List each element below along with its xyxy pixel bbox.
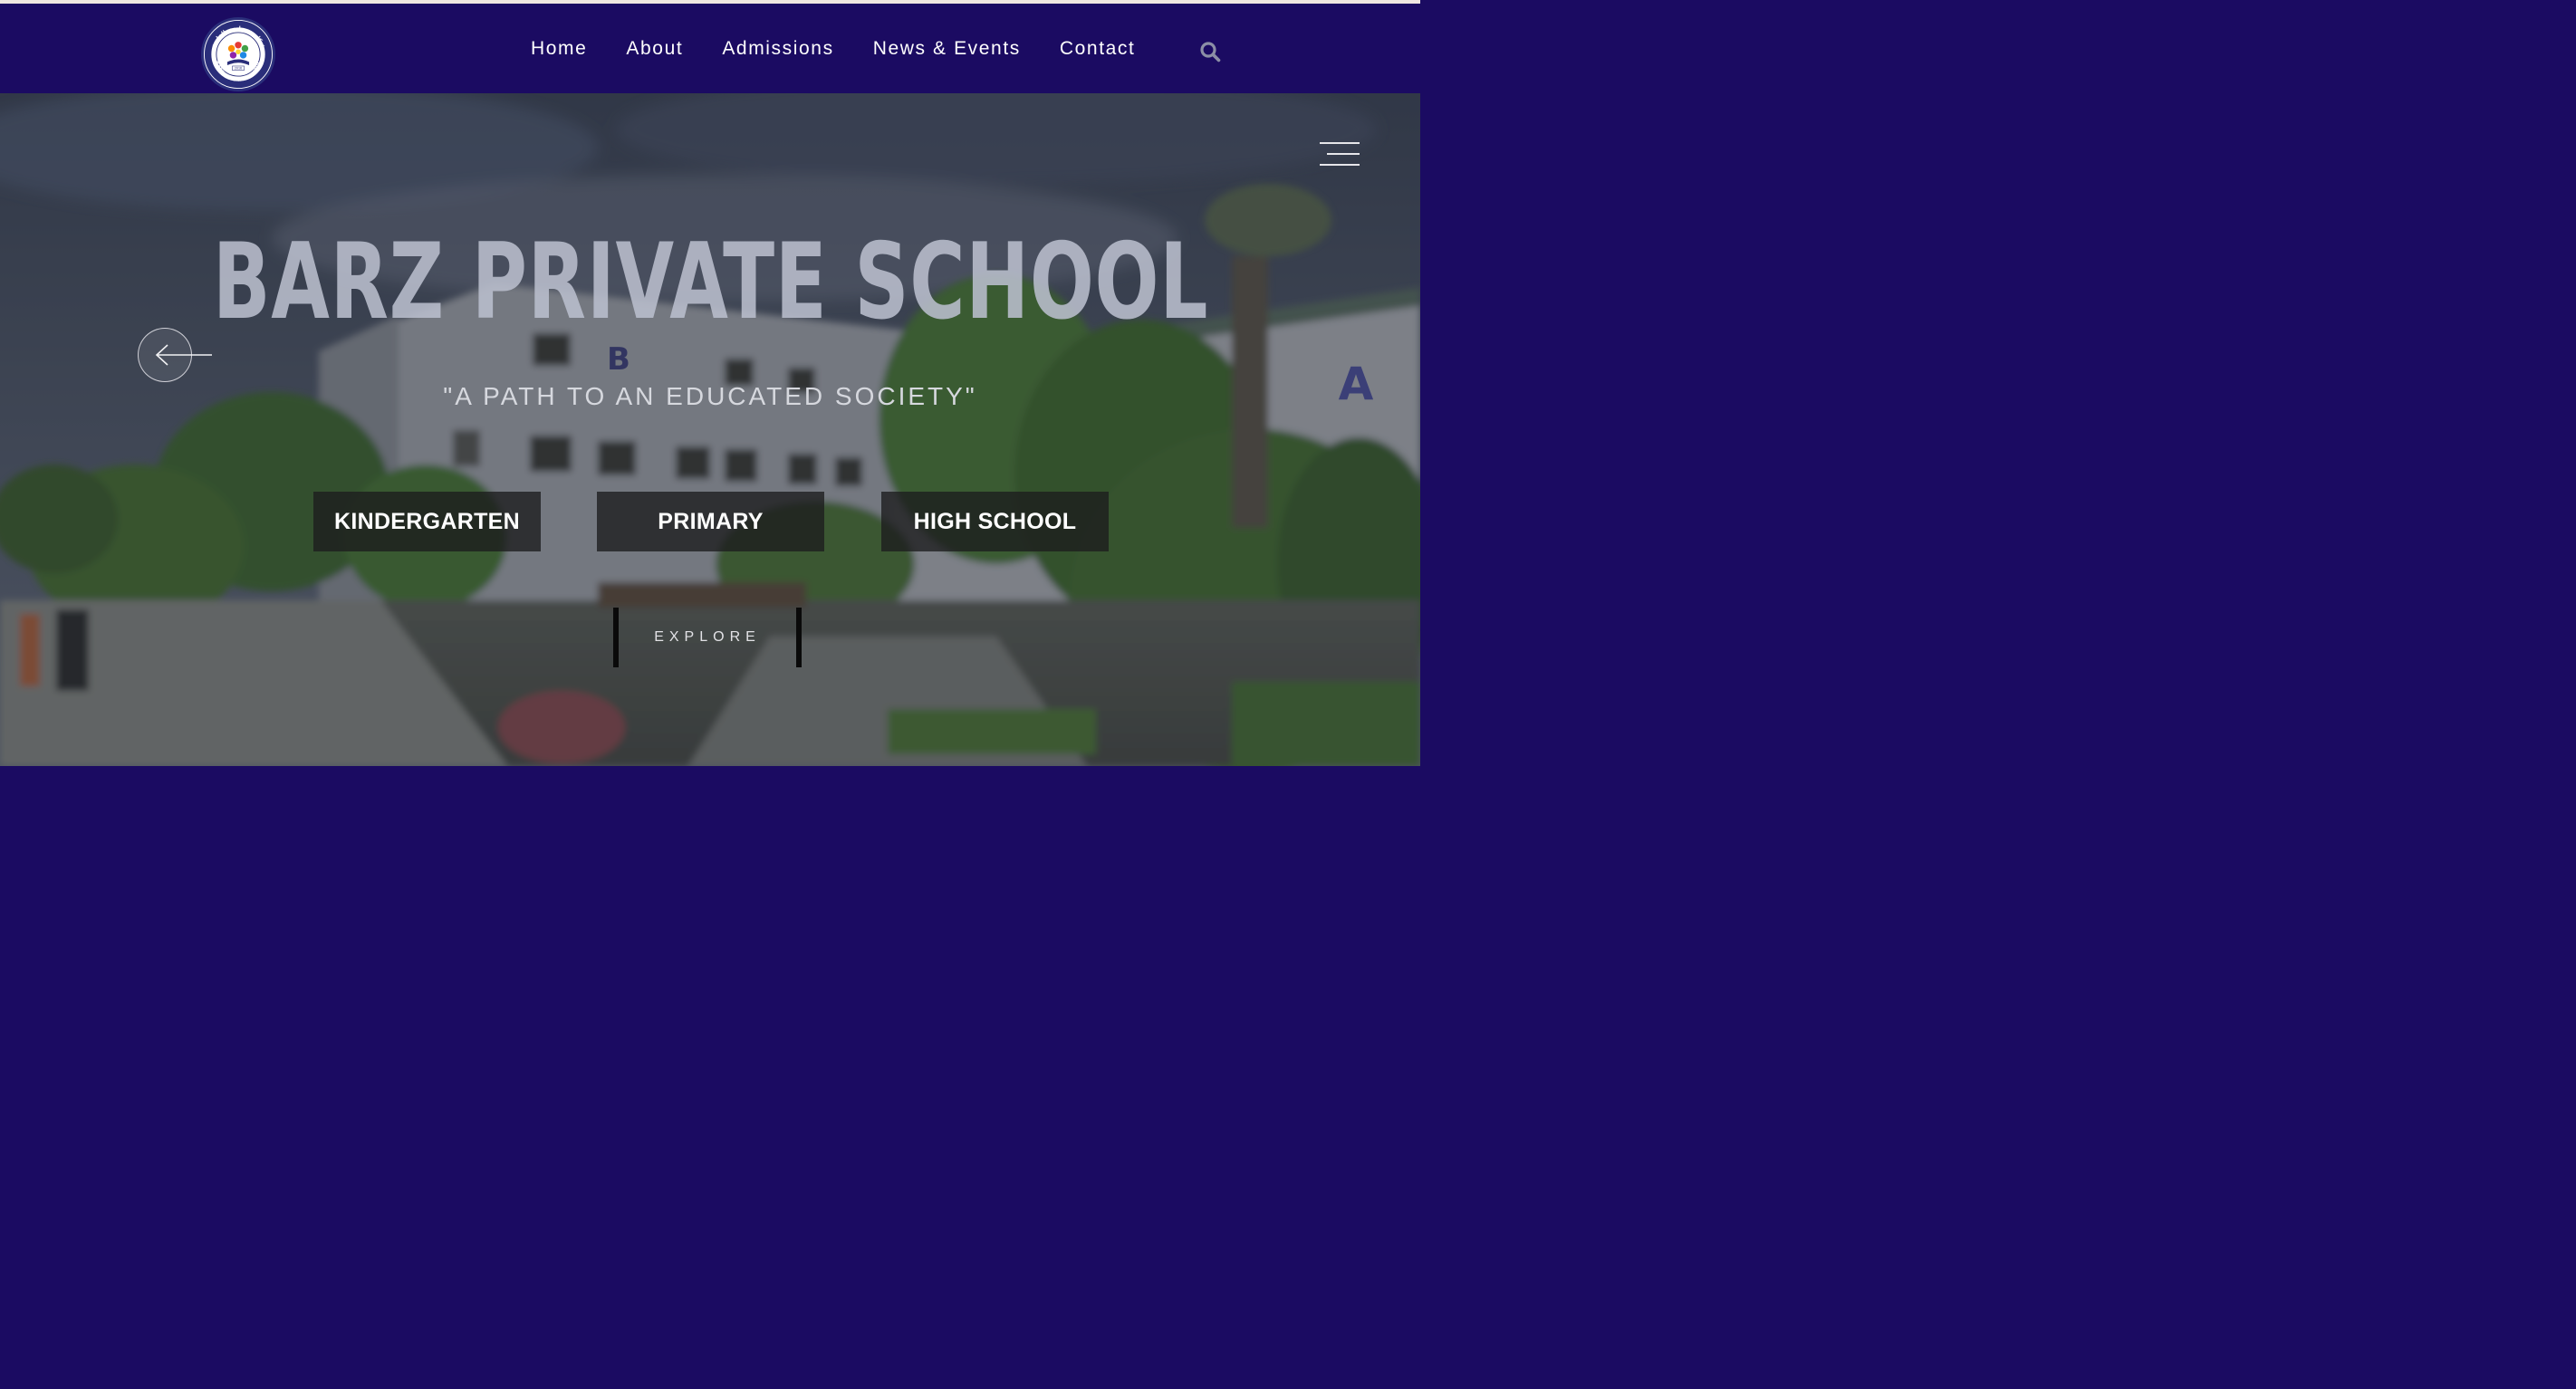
nav-contact[interactable]: Contact (1060, 36, 1136, 62)
search-icon[interactable] (1199, 41, 1221, 62)
kindergarten-button[interactable]: KINDERGARTEN (313, 492, 541, 551)
school-logo[interactable]: ئەكاديمى بارزى الخاصة BARZ PRIVATE SCHOO… (201, 17, 275, 91)
nav-about[interactable]: About (626, 36, 683, 62)
svg-text:2016: 2016 (235, 67, 242, 71)
slider-prev-button[interactable] (138, 328, 214, 384)
arrow-left-icon (155, 344, 212, 366)
hamburger-menu-icon[interactable] (1318, 142, 1360, 166)
main-nav: Home About Admissions News & Events Cont… (531, 36, 1135, 62)
nav-news-events[interactable]: News & Events (873, 36, 1021, 62)
high-school-button[interactable]: HIGH SCHOOL (881, 492, 1109, 551)
nav-home[interactable]: Home (531, 36, 587, 62)
page: ئەكاديمى بارزى الخاصة BARZ PRIVATE SCHOO… (0, 0, 1420, 766)
navbar: ئەكاديمى بارزى الخاصة BARZ PRIVATE SCHOO… (0, 4, 1420, 93)
logo-emblem-icon: ئەكاديمى بارزى الخاصة BARZ PRIVATE SCHOO… (204, 20, 273, 89)
hero-slider: B A BARZ PRIVATE SCHOOL "A PATH TO AN ED… (0, 93, 1420, 766)
explore-button[interactable]: EXPLORE (613, 608, 802, 667)
nav-admissions[interactable]: Admissions (722, 36, 833, 62)
explore-right-bar (796, 608, 802, 667)
hero-subtitle: "A PATH TO AN EDUCATED SOCIETY" (443, 382, 977, 410)
hero-title: BARZ PRIVATE SCHOOL (212, 221, 1209, 343)
primary-button[interactable]: PRIMARY (597, 492, 824, 551)
explore-label: EXPLORE (654, 629, 761, 645)
